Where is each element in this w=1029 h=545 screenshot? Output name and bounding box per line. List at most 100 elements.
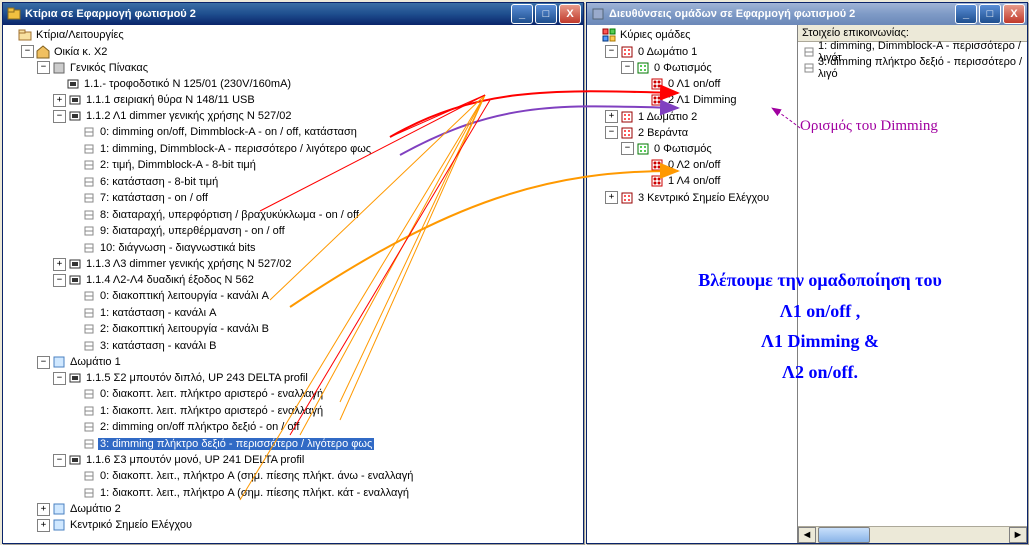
scroll-left-icon[interactable]: ◄ — [798, 527, 816, 543]
tree-item[interactable]: 7: κατάσταση - on / off — [98, 192, 210, 204]
toggle[interactable]: − — [53, 110, 66, 123]
scroll-right-icon[interactable]: ► — [1009, 527, 1027, 543]
tree-item[interactable]: 1: διακοπτ. λειτ. πλήκτρο αριστερό - ενα… — [98, 405, 325, 417]
tree-item[interactable]: 2: dimming on/off πλήκτρο δεξιό - on / o… — [98, 421, 301, 433]
tree-item[interactable]: 3 Κεντρικό Σημείο Ελέγχου — [636, 192, 771, 204]
toggle[interactable]: + — [605, 191, 618, 204]
close-button[interactable]: X — [559, 4, 581, 24]
device-icon — [68, 93, 82, 107]
tree-item[interactable]: Δωμάτιο 2 — [68, 503, 123, 515]
toggle[interactable]: − — [605, 45, 618, 58]
tree-item[interactable]: 0 Φωτισμός — [652, 143, 714, 155]
tree-item[interactable]: 0 Φωτισμός — [652, 62, 714, 74]
tree-item[interactable]: 1 Λ4 on/off — [666, 175, 722, 187]
tree-item[interactable]: 2 Βεράντα — [636, 127, 690, 139]
tree-item[interactable]: 2: διακοπτική λειτουργία - κανάλι B — [98, 323, 271, 335]
annotation-dimming: Ορισμός του Dimming — [800, 118, 938, 135]
device-icon — [68, 109, 82, 123]
toggle[interactable]: − — [621, 61, 634, 74]
obj-icon — [802, 61, 816, 75]
main-group-icon — [620, 45, 634, 59]
device-icon — [66, 77, 80, 91]
tree-item[interactable]: Οικία κ. Χ2 — [52, 46, 109, 58]
tree-item[interactable]: 2: τιμή, Dimmblock-A - 8-bit τιμή — [98, 159, 258, 171]
close-button[interactable]: X — [1003, 4, 1025, 24]
toggle[interactable]: − — [621, 142, 634, 155]
tree-item-selected[interactable]: 3: dimming πλήκτρο δεξιό - περισσότερο /… — [98, 438, 374, 450]
main-group-icon — [620, 191, 634, 205]
tree-panel[interactable]: Κτίρια/Λειτουργίες −Οικία κ. Χ2 −Γενικός… — [3, 25, 583, 543]
app-icon — [7, 7, 21, 21]
address-icon — [650, 174, 664, 188]
obj-icon — [82, 191, 96, 205]
toggle[interactable]: + — [605, 110, 618, 123]
tree-item[interactable]: Δωμάτιο 1 — [68, 356, 123, 368]
toggle[interactable]: − — [37, 356, 50, 369]
tree-item[interactable]: 9: διαταραχή, υπερθέρμανση - on / off — [98, 225, 287, 237]
minimize-button[interactable]: _ — [955, 4, 977, 24]
tree-item[interactable]: 1: κατάσταση - κανάλι A — [98, 307, 218, 319]
tree-item[interactable]: 1.1.1 σειριακή θύρα N 148/11 USB — [84, 94, 257, 106]
obj-icon — [82, 404, 96, 418]
maximize-button[interactable]: □ — [979, 4, 1001, 24]
tree-item[interactable]: 6: κατάσταση - 8-bit τιμή — [98, 176, 220, 188]
tree-item[interactable]: 0 Λ2 on/off — [666, 159, 722, 171]
scroll-thumb[interactable] — [818, 527, 870, 543]
list-item-label: 3: dimming πλήκτρο δεξιό - περισσότερο /… — [818, 56, 1025, 80]
board-icon — [52, 61, 66, 75]
address-icon — [650, 158, 664, 172]
toggle[interactable]: − — [605, 126, 618, 139]
minimize-button[interactable]: _ — [511, 4, 533, 24]
toggle[interactable]: − — [37, 61, 50, 74]
tree-item[interactable]: 10: διάγνωση - διαγνωστικά bits — [98, 242, 258, 254]
tree-item[interactable]: Κύριες ομάδες — [618, 29, 692, 41]
tree-item[interactable]: Γενικός Πίνακας — [68, 62, 150, 74]
obj-icon — [82, 387, 96, 401]
horizontal-scrollbar[interactable]: ◄ ► — [798, 526, 1027, 543]
toggle[interactable]: − — [53, 372, 66, 385]
tree-item[interactable]: 1.1.6 Σ3 μπουτόν μονό, UP 241 DELTA prof… — [84, 454, 306, 466]
toggle[interactable]: + — [37, 503, 50, 516]
obj-icon — [82, 208, 96, 222]
tree-item[interactable]: 1: dimming, Dimmblock-A - περισσότερο / … — [98, 143, 373, 155]
tree-item[interactable]: 0 Λ1 on/off — [666, 78, 722, 90]
toggle[interactable]: + — [53, 94, 66, 107]
tree-item[interactable]: 0: dimming on/off, Dimmblock-A - on / of… — [98, 126, 359, 138]
tree-item[interactable]: 0: διακοπτική λειτουργία - κανάλι A — [98, 290, 271, 302]
tree-item[interactable]: 0: διακοπτ. λειτ. πλήκτρο αριστερό - ενα… — [98, 388, 325, 400]
toggle[interactable]: + — [37, 519, 50, 532]
tree-item[interactable]: 1.1.3 Λ3 dimmer γενικής χρήσης N 527/02 — [84, 258, 294, 270]
tree-item[interactable]: 3: κατάσταση - κανάλι B — [98, 340, 218, 352]
tree-root[interactable]: Κτίρια/Λειτουργίες — [34, 29, 126, 41]
list-item[interactable]: 3: dimming πλήκτρο δεξιό - περισσότερο /… — [800, 60, 1025, 76]
toggle[interactable]: − — [53, 274, 66, 287]
tree-item[interactable]: 0: διακοπτ. λειτ., πλήκτρο A (σημ. πίεση… — [98, 470, 415, 482]
toggle[interactable]: − — [21, 45, 34, 58]
tree-item[interactable]: 8: διαταραχή, υπερφόρτιση / βραχυκύκλωμα… — [98, 209, 361, 221]
tree-item[interactable]: 1.1.2 Λ1 dimmer γενικής χρήσης N 527/02 — [84, 110, 294, 122]
main-group-icon — [620, 110, 634, 124]
tree-item[interactable]: 1.1.5 Σ2 μπουτόν διπλό, UP 243 DELTA pro… — [84, 372, 310, 384]
toggle[interactable]: − — [53, 454, 66, 467]
obj-icon — [82, 306, 96, 320]
room-icon — [52, 355, 66, 369]
toggle[interactable]: + — [53, 258, 66, 271]
tree-item[interactable]: 1 Δωμάτιο 2 — [636, 111, 699, 123]
groups-root-icon — [602, 28, 616, 42]
titlebar-right[interactable]: Διευθύνσεις ομάδων σε Εφαρμογή φωτισμού … — [587, 3, 1027, 25]
tree-item[interactable]: 2 Λ1 Dimming — [666, 94, 738, 106]
tree-item[interactable]: 1.1.4 Λ2-Λ4 δυαδική έξοδος N 562 — [84, 274, 256, 286]
obj-icon — [82, 322, 96, 336]
annotation-grouping: Βλέπουμε την ομαδοποίηση του Λ1 on/off ,… — [620, 265, 1020, 387]
title-text: Διευθύνσεις ομάδων σε Εφαρμογή φωτισμού … — [609, 8, 855, 20]
titlebar-left[interactable]: Κτίρια σε Εφαρμογή φωτισμού 2 _ □ X — [3, 3, 583, 25]
device-icon — [68, 273, 82, 287]
mid-group-icon — [636, 61, 650, 75]
maximize-button[interactable]: □ — [535, 4, 557, 24]
buildings-window: Κτίρια σε Εφαρμογή φωτισμού 2 _ □ X Κτίρ… — [2, 2, 584, 544]
tree-item[interactable]: 1: διακοπτ. λειτ., πλήκτρο A (σημ. πίεση… — [98, 487, 411, 499]
tree-item[interactable]: 1.1.- τροφοδοτικό N 125/01 (230V/160mA) — [82, 78, 293, 90]
tree-item[interactable]: Κεντρικό Σημείο Ελέγχου — [68, 519, 194, 531]
tree-item[interactable]: 0 Δωμάτιο 1 — [636, 46, 699, 58]
device-icon — [68, 371, 82, 385]
